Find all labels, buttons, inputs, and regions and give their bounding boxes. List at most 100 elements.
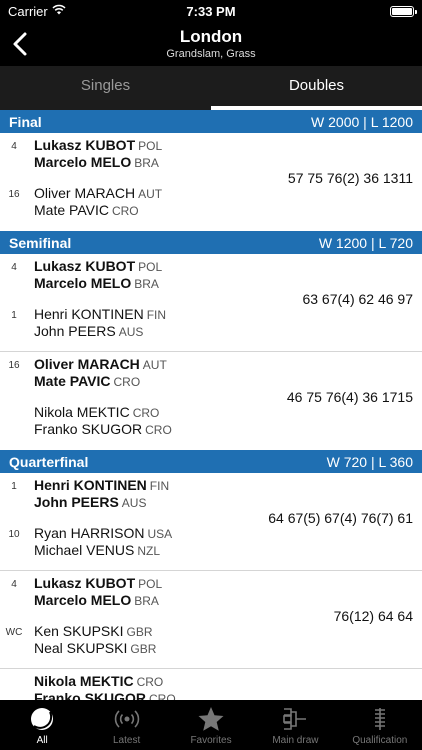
tabbar-label: Latest xyxy=(112,735,141,746)
player-country: CRO xyxy=(113,375,141,389)
player-line: Neal SKUPSKI GBR xyxy=(0,640,250,657)
tabbar-item-all[interactable]: All xyxy=(0,700,84,750)
team-one: 1 Henri KONTINEN FIN John PEERS AUS xyxy=(0,477,250,511)
player-name-wrap: Marcelo MELO BRA xyxy=(34,592,159,608)
match-row[interactable]: 1 Henri KONTINEN FIN John PEERS AUS 10 Ryan HA… xyxy=(0,473,422,571)
round-matches: 4 Lukasz KUBOT POL Marcelo MELO BRA 1 Henri KO… xyxy=(0,254,422,450)
player-name: Nikola MEKTIC xyxy=(34,673,134,689)
round-points: W 2000 | L 1200 xyxy=(311,113,413,130)
player-line: 4 Lukasz KUBOT POL xyxy=(0,575,250,592)
player-name-wrap: Oliver MARACH AUT xyxy=(34,356,167,372)
tabbar-item-qualification[interactable]: Qualification xyxy=(338,700,422,750)
match-score: 76(12) 64 64 xyxy=(333,608,413,624)
tab-bar: All Latest Favorites Main draw Qualifica… xyxy=(0,700,422,750)
player-country: CRO xyxy=(145,423,172,437)
player-country: FIN xyxy=(149,479,170,493)
player-name: Marcelo MELO xyxy=(34,592,132,608)
player-country: NZL xyxy=(137,544,161,558)
match-score: 46 75 76(4) 36 1715 xyxy=(286,389,413,405)
player-name-wrap: Michael VENUS NZL xyxy=(34,542,160,558)
player-line: 16 Oliver MARACH AUT xyxy=(0,185,250,202)
player-line: Franko SKUGOR CRO xyxy=(0,690,250,700)
page-title: London xyxy=(179,27,243,46)
team-one: 4 Lukasz KUBOT POL Marcelo MELO BRA xyxy=(0,258,250,292)
team-two: 10 Ryan HARRISON USA Michael VENUS NZL xyxy=(0,525,250,559)
player-line: Michael VENUS NZL xyxy=(0,542,250,559)
broadcast-icon xyxy=(114,710,139,728)
player-name: Michael VENUS xyxy=(34,542,135,558)
player-name-wrap: Nikola MEKTIC CRO xyxy=(34,404,159,420)
player-name-wrap: Lukasz KUBOT POL xyxy=(34,258,162,274)
player-name: Ken SKUPSKI xyxy=(34,623,124,639)
clock: 7:33 PM xyxy=(186,4,236,19)
seed-label: 16 xyxy=(8,189,20,200)
team-one: 4 Lukasz KUBOT POL Marcelo MELO BRA xyxy=(0,137,250,171)
player-name-wrap: Lukasz KUBOT POL xyxy=(34,575,162,591)
player-name: Nikola MEKTIC xyxy=(34,404,130,420)
player-line: WC Ken SKUPSKI GBR xyxy=(0,623,250,640)
player-line: 1 Henri KONTINEN FIN xyxy=(0,477,250,494)
player-name-wrap: Ken SKUPSKI GBR xyxy=(34,623,153,639)
tabbar-item-latest[interactable]: Latest xyxy=(84,700,168,750)
player-country: POL xyxy=(138,260,163,274)
player-name: Lukasz KUBOT xyxy=(34,137,136,153)
player-country: POL xyxy=(138,139,163,153)
player-name: Lukasz KUBOT xyxy=(34,575,136,591)
match-score: 57 75 76(2) 36 1311 xyxy=(287,170,413,186)
player-country: BRA xyxy=(134,156,159,170)
match-row[interactable]: 4 Lukasz KUBOT POL Marcelo MELO BRA 16 Oliver … xyxy=(0,133,422,231)
tabbar-label: Main draw xyxy=(272,735,319,746)
page-subtitle: Grandslam, Grass xyxy=(166,48,256,60)
player-name-wrap: Lukasz KUBOT POL xyxy=(34,137,162,153)
seed-label: 4 xyxy=(11,579,17,590)
player-country: CRO xyxy=(132,406,160,420)
status-bar: Carrier 7:33 PM xyxy=(0,0,422,22)
player-name: Mate PAVIC xyxy=(34,202,109,218)
seed-label: 4 xyxy=(11,262,17,273)
team-two: WC Ken SKUPSKI GBR Neal SKUPSKI GBR xyxy=(0,623,250,657)
player-name-wrap: Marcelo MELO BRA xyxy=(34,275,159,291)
player-line: 16 Oliver MARACH AUT xyxy=(0,356,250,373)
tabbar-item-main-draw[interactable]: Main draw xyxy=(253,700,337,750)
match-row[interactable]: 4 Lukasz KUBOT POL Marcelo MELO BRA 1 Henri KO… xyxy=(0,254,422,352)
round-matches: 1 Henri KONTINEN FIN John PEERS AUS 10 Ryan HA… xyxy=(0,473,422,700)
player-country: USA xyxy=(147,527,173,541)
team-two: Nikola MEKTIC CRO Franko SKUGOR CRO xyxy=(0,404,250,438)
round-name: Semifinal xyxy=(9,234,72,251)
round-name: Final xyxy=(9,113,42,130)
player-name: John PEERS xyxy=(34,494,119,510)
player-country: BRA xyxy=(134,277,159,291)
player-line: Marcelo MELO BRA xyxy=(0,592,250,609)
round-matches: 4 Lukasz KUBOT POL Marcelo MELO BRA 16 Oliver … xyxy=(0,133,422,231)
draw-type-tabs: Singles Doubles xyxy=(0,66,422,110)
player-name-wrap: Ryan HARRISON USA xyxy=(34,525,172,541)
match-list[interactable]: Final W 2000 | L 1200 4 Lukasz KUBOT POL Marc… xyxy=(0,110,422,700)
qualification-bracket-icon xyxy=(374,708,385,730)
tab-singles[interactable]: Singles xyxy=(0,66,211,110)
player-name: Mate PAVIC xyxy=(34,373,111,389)
player-name: Franko SKUGOR xyxy=(34,690,147,700)
tabbar-label: Qualification xyxy=(352,735,408,746)
player-name: Franko SKUGOR xyxy=(34,421,143,437)
tabbar-label: All xyxy=(36,735,48,746)
player-country: POL xyxy=(138,577,163,591)
match-row[interactable]: 16 Oliver MARACH AUT Mate PAVIC CRO Nikola ME… xyxy=(0,352,422,450)
player-name: Lukasz KUBOT xyxy=(34,258,136,274)
match-row[interactable]: Nikola MEKTICCROFranko SKUGORCROHans POD… xyxy=(0,669,422,700)
player-line: Marcelo MELO BRA xyxy=(0,275,250,292)
player-line: Franko SKUGOR CRO xyxy=(0,421,250,438)
team-one: 4 Lukasz KUBOT POL Marcelo MELO BRA xyxy=(0,575,250,609)
player-name: Ryan HARRISON xyxy=(34,525,145,541)
battery-icon xyxy=(390,6,417,17)
tab-doubles[interactable]: Doubles xyxy=(211,66,422,110)
player-name-wrap: Oliver MARACH AUT xyxy=(34,185,162,201)
player-name-wrap: Neal SKUPSKI GBR xyxy=(34,640,156,656)
player-name: Oliver MARACH xyxy=(34,356,140,372)
team-one: 16 Oliver MARACH AUT Mate PAVIC CRO xyxy=(0,356,250,390)
player-name-wrap: Marcelo MELO BRA xyxy=(34,154,159,170)
match-row[interactable]: 4 Lukasz KUBOT POL Marcelo MELO BRA WC Ken SKU… xyxy=(0,571,422,669)
seed-label: 16 xyxy=(8,360,20,371)
tennis-ball-icon xyxy=(31,708,54,730)
player-name-wrap: Franko SKUGOR CRO xyxy=(34,421,172,437)
tabbar-item-favorites[interactable]: Favorites xyxy=(169,700,253,750)
